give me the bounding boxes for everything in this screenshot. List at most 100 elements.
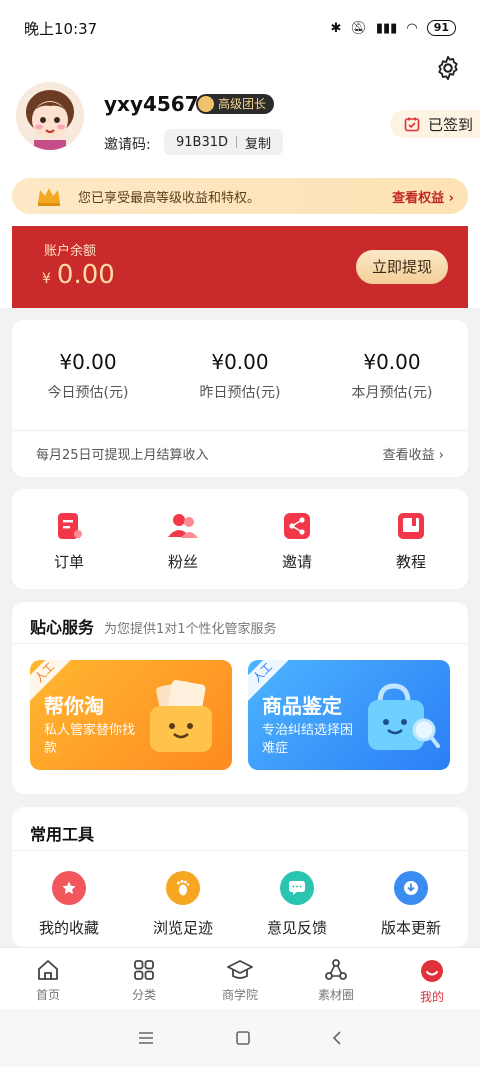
tab-materials[interactable]: 素材圈 — [288, 948, 384, 1009]
estimate-today: ¥0.00 今日预估(元) — [12, 320, 164, 430]
download-icon — [394, 871, 428, 905]
wifi-icon: ◠ — [406, 20, 418, 36]
tab-category[interactable]: 分类 — [96, 948, 192, 1009]
share-icon — [284, 513, 310, 539]
service-title: 贴心服务 — [30, 618, 95, 637]
invite-code-box: 91B31D 复制 — [164, 129, 284, 155]
back-icon[interactable] — [331, 1030, 343, 1046]
tab-home[interactable]: 首页 — [0, 948, 96, 1009]
tools-title: 常用工具 — [12, 807, 468, 851]
view-earnings-link[interactable]: 查看收益 › — [383, 444, 444, 463]
balance-label: 账户余额 — [44, 244, 97, 259]
tool-label: 浏览足迹 — [152, 919, 213, 937]
home-icon — [38, 960, 58, 980]
bluetooth-icon: ✱ — [330, 20, 342, 36]
quick-item-orders[interactable]: 订单 — [12, 489, 126, 589]
shopping-bag-search-icon — [368, 683, 440, 750]
shopping-basket-icon — [150, 680, 212, 752]
home-square-icon[interactable] — [235, 1030, 251, 1046]
service-subtitle: 为您提供1对1个性化管家服务 — [104, 622, 277, 637]
view-benefits-link[interactable]: 查看权益 › — [392, 187, 454, 206]
balance-panel: 账户余额 ¥0.00 立即提现 — [12, 226, 468, 308]
tutorial-icon — [398, 513, 424, 539]
quick-item-label: 订单 — [53, 553, 84, 571]
tool-update[interactable]: 版本更新 — [354, 871, 468, 938]
vip-benefits-text: 您已享受最高等级收益和特权。 — [78, 190, 261, 206]
tab-label: 首页 — [35, 988, 60, 1002]
settings-gear-icon[interactable] — [434, 54, 462, 82]
crown-icon — [38, 188, 60, 206]
estimate-label: 本月预估(元) — [351, 385, 433, 401]
earnings-estimates-card: ¥0.00 今日预估(元) ¥0.00 昨日预估(元) ¥0.00 本月预估(元… — [12, 320, 468, 477]
status-bar: 晚上10:37 ✱ 🔕︎ ▮▮▮ ◠ 91 — [0, 0, 480, 56]
estimate-value: ¥0.00 — [363, 350, 421, 374]
tool-favorites[interactable]: 我的收藏 — [12, 871, 126, 938]
estimate-value: ¥0.00 — [211, 350, 269, 374]
status-time: 晚上10:37 — [24, 19, 98, 38]
quick-item-label: 教程 — [395, 553, 426, 571]
estimate-month: ¥0.00 本月预估(元) — [316, 320, 468, 430]
avatar[interactable] — [16, 82, 84, 150]
username: yxy4567 — [104, 92, 199, 116]
quick-actions-card: 订单 粉丝 邀请 教程 — [12, 489, 468, 589]
order-icon — [58, 513, 82, 539]
footprint-icon — [166, 871, 200, 905]
tool-label: 我的收藏 — [38, 919, 99, 937]
tab-label: 商学院 — [221, 988, 258, 1002]
quick-item-label: 邀请 — [281, 553, 312, 571]
smile-icon — [421, 960, 443, 982]
help-shop-title: 帮你淘 — [44, 694, 104, 718]
tab-label: 素材圈 — [317, 988, 354, 1002]
feedback-icon — [280, 871, 314, 905]
crown-icon — [198, 96, 214, 112]
signin-label: 已签到 — [428, 115, 474, 134]
estimates-footer: 每月25日可提现上月结算收入 查看收益 › — [12, 430, 468, 476]
divider — [236, 136, 238, 148]
withdraw-button[interactable]: 立即提现 — [356, 250, 448, 284]
share-circle-icon — [325, 959, 347, 980]
estimate-label: 今日预估(元) — [47, 385, 129, 401]
tool-label: 版本更新 — [380, 919, 441, 937]
service-card: 贴心服务 为您提供1对1个性化管家服务 人工 帮你淘 私人管家替你找款 人工 商… — [12, 602, 468, 794]
vip-benefits-bar[interactable]: 您已享受最高等级收益和特权。 查看权益 › — [12, 178, 468, 214]
quick-item-label: 粉丝 — [167, 553, 198, 571]
quick-item-tutorial[interactable]: 教程 — [354, 489, 468, 589]
graduation-cap-icon — [227, 960, 253, 979]
signin-button[interactable]: 已签到 — [390, 110, 480, 138]
tool-history[interactable]: 浏览足迹 — [126, 871, 240, 938]
calendar-check-icon — [404, 117, 420, 132]
status-icons: ✱ 🔕︎ ▮▮▮ ◠ 91 — [330, 20, 456, 36]
quick-item-fans[interactable]: 粉丝 — [126, 489, 240, 589]
battery-icon: 91 — [426, 20, 456, 36]
mute-icon: 🔕︎ — [350, 20, 367, 36]
tab-mine[interactable]: 我的 — [384, 948, 480, 1009]
level-badge: 高级团长 — [196, 94, 275, 114]
tools-card: 常用工具 我的收藏 浏览足迹 意见反馈 版本更新 — [12, 807, 468, 947]
view-benefits-label: 查看权益 — [392, 190, 445, 206]
estimate-value: ¥0.00 — [59, 350, 117, 374]
bottom-tab-bar: 首页 分类 商学院 素材圈 我的 — [0, 947, 480, 1009]
tool-feedback[interactable]: 意见反馈 — [240, 871, 354, 938]
tool-label: 意见反馈 — [266, 919, 327, 937]
service-header: 贴心服务 为您提供1对1个性化管家服务 — [12, 602, 468, 644]
help-shop-desc: 私人管家替你找款 — [44, 723, 136, 756]
estimate-label: 昨日预估(元) — [199, 385, 281, 401]
system-nav-bar — [0, 1009, 480, 1067]
invite-code-value: 91B31D — [176, 134, 229, 150]
currency-symbol: ¥ — [42, 271, 51, 287]
invite-code-label: 邀请码: — [104, 137, 151, 153]
balance-amount: ¥0.00 — [42, 260, 115, 290]
appraisal-desc: 专治纠结选择困难症 — [262, 723, 354, 756]
copy-button[interactable]: 复制 — [245, 133, 271, 152]
balance-value: 0.00 — [56, 260, 115, 290]
profile-header: 晚上10:37 ✱ 🔕︎ ▮▮▮ ◠ 91 yxy4567 高级团长 邀请码: … — [0, 0, 480, 308]
level-label: 高级团长 — [218, 97, 267, 111]
help-shop-card[interactable]: 人工 帮你淘 私人管家替你找款 — [30, 660, 232, 770]
menu-icon[interactable] — [137, 1031, 155, 1045]
quick-item-invite[interactable]: 邀请 — [240, 489, 354, 589]
tab-business-school[interactable]: 商学院 — [192, 948, 288, 1009]
product-appraisal-card[interactable]: 人工 商品鉴定 专治纠结选择困难症 — [248, 660, 450, 770]
profile-section: yxy4567 高级团长 邀请码: 91B31D 复制 已签到 — [16, 82, 480, 162]
withdraw-rule-note: 每月25日可提现上月结算收入 — [36, 448, 209, 463]
tab-label: 分类 — [131, 988, 156, 1002]
